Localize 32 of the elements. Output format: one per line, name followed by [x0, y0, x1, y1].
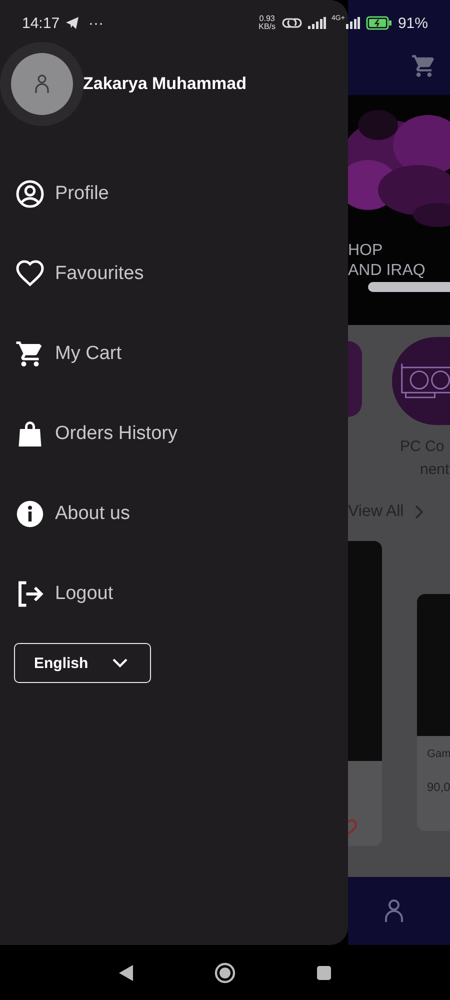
signal-icon: [346, 17, 360, 29]
recents-icon[interactable]: [316, 964, 332, 980]
graphics-card-icon: [398, 361, 450, 401]
banner-text: AND IRAQ: [348, 261, 426, 281]
signal-icon: [308, 17, 326, 29]
menu-item[interactable]: About us: [0, 474, 348, 554]
heart-icon: [15, 259, 45, 289]
paper-plane-icon: [66, 17, 79, 29]
banner-text: HOP: [348, 241, 384, 261]
chevron-down-icon: [112, 658, 128, 668]
product-card[interactable]: [348, 541, 382, 846]
menu-item[interactable]: My Cart: [0, 314, 348, 394]
chevron-right-icon: [414, 505, 424, 519]
profile-icon: [15, 179, 45, 209]
profile-icon[interactable]: [384, 899, 404, 923]
more-notifications: ···: [88, 14, 104, 32]
data-rate: 0.93 KB/s: [258, 15, 276, 31]
avatar[interactable]: [11, 53, 73, 115]
menu-item[interactable]: Logout: [0, 554, 348, 634]
battery-charging-icon: [366, 16, 392, 30]
back-icon[interactable]: [118, 964, 134, 982]
language-dropdown[interactable]: English: [14, 643, 151, 683]
link-icon: [282, 16, 302, 30]
info-icon: [15, 499, 45, 529]
home-icon[interactable]: [214, 962, 236, 984]
battery-percent: 91%: [398, 14, 428, 32]
user-name: Zakarya Muhammad: [83, 74, 246, 94]
cart-icon[interactable]: [411, 53, 437, 79]
menu-item[interactable]: Orders History: [0, 394, 348, 474]
status-time: 14:17: [22, 14, 60, 32]
menu-item[interactable]: Favourites: [0, 234, 348, 314]
menu-item[interactable]: Profile: [0, 154, 348, 234]
